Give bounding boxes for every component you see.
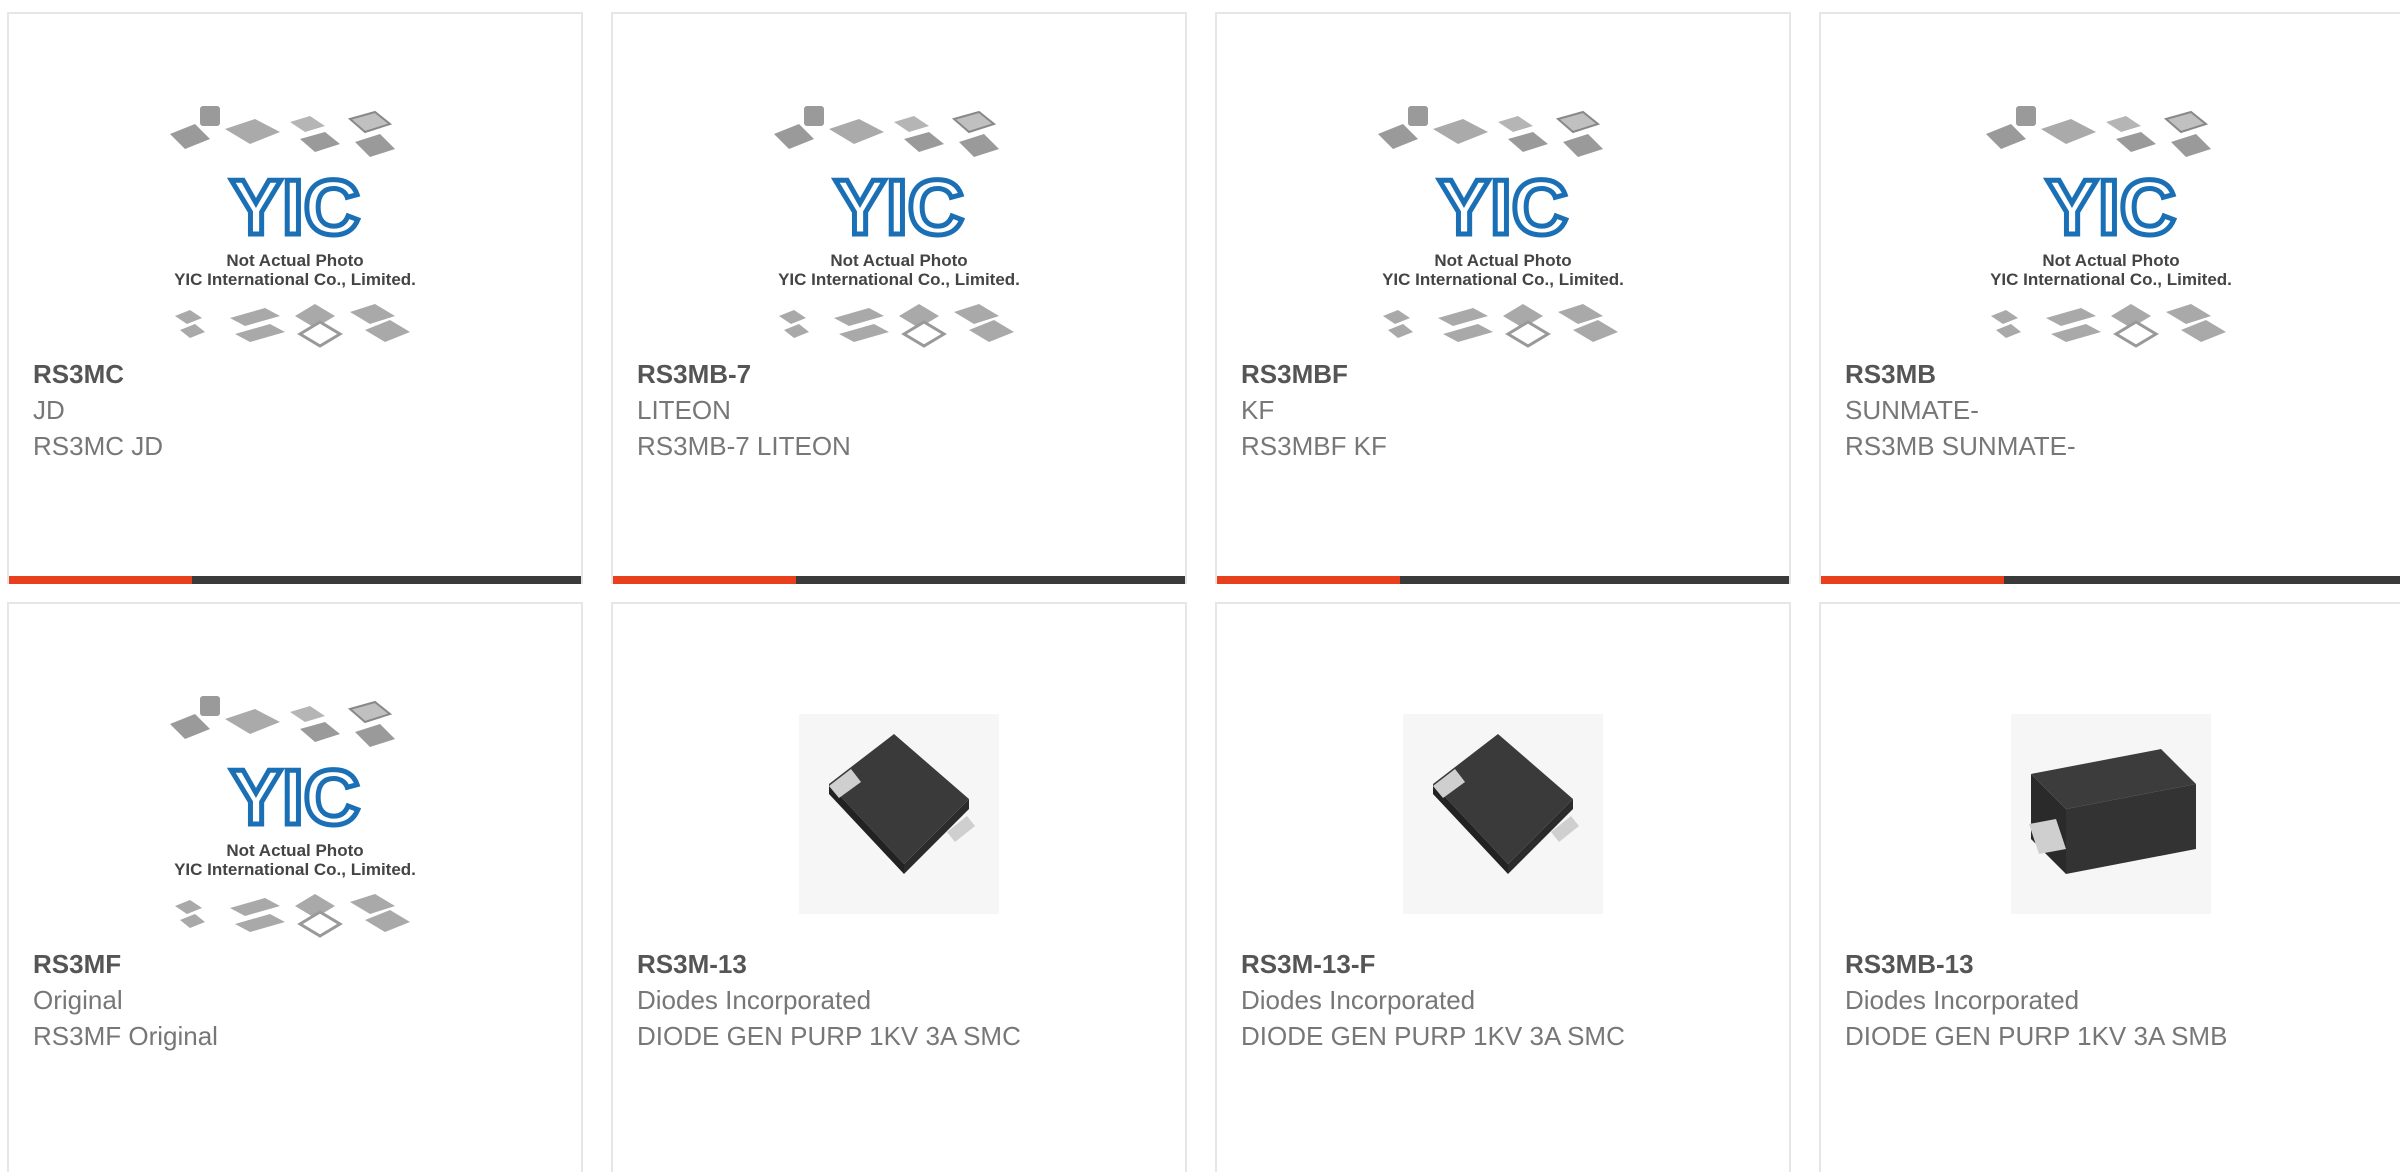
product-card[interactable]: YIC Not Actual Photo YIC International C… xyxy=(1215,12,1791,584)
svg-text:YIC: YIC xyxy=(2046,163,2176,251)
product-card[interactable]: YIC Not Actual Photo YIC International C… xyxy=(7,12,583,584)
yic-placeholder-icon: YIC Not Actual Photo YIC International C… xyxy=(1986,106,2232,348)
yic-placeholder-icon: YIC Not Actual Photo YIC International C… xyxy=(170,696,416,938)
smc-diode-package-icon xyxy=(1403,714,1603,914)
card-accent xyxy=(613,576,796,584)
part-number[interactable]: RS3MB xyxy=(1845,356,2389,392)
card-accent xyxy=(1821,576,2004,584)
description: RS3MB SUNMATE- xyxy=(1845,431,2076,461)
part-number[interactable]: RS3MC xyxy=(33,356,569,392)
product-card[interactable]: RS3M-13 Diodes Incorporated DIODE GEN PU… xyxy=(611,602,1187,1172)
manufacturer: Diodes Incorporated xyxy=(1241,985,1476,1015)
part-number[interactable]: RS3MB-13 xyxy=(1845,946,2389,982)
yic-placeholder-icon: YIC Not Actual Photo YIC International C… xyxy=(170,106,416,348)
product-image[interactable]: YIC Not Actual Photo YIC International C… xyxy=(9,94,581,364)
product-image[interactable]: YIC Not Actual Photo YIC International C… xyxy=(1217,94,1789,364)
description: RS3MBF KF xyxy=(1241,431,1387,461)
manufacturer: LITEON xyxy=(637,395,731,425)
product-image[interactable] xyxy=(1821,684,2400,954)
product-image[interactable] xyxy=(1217,684,1789,954)
product-image[interactable]: YIC Not Actual Photo YIC International C… xyxy=(1821,94,2400,364)
product-image[interactable]: YIC Not Actual Photo YIC International C… xyxy=(9,684,581,954)
product-card[interactable]: RS3MB-13 Diodes Incorporated DIODE GEN P… xyxy=(1819,602,2400,1172)
yic-placeholder-icon: YIC Not Actual Photo YIC International C… xyxy=(774,106,1020,348)
description: RS3MC JD xyxy=(33,431,164,461)
product-card[interactable]: YIC Not Actual Photo YIC International C… xyxy=(611,12,1187,584)
svg-text:YIC International Co., Limited: YIC International Co., Limited. xyxy=(174,270,416,289)
svg-text:Not Actual Photo: Not Actual Photo xyxy=(1434,251,1571,270)
product-image[interactable] xyxy=(613,684,1185,954)
part-number[interactable]: RS3MB-7 xyxy=(637,356,1173,392)
manufacturer: Diodes Incorporated xyxy=(637,985,872,1015)
product-grid: YIC Not Actual Photo YIC International C… xyxy=(0,0,2400,1172)
product-card[interactable]: YIC Not Actual Photo YIC International C… xyxy=(1819,12,2400,584)
product-card[interactable]: YIC Not Actual Photo YIC International C… xyxy=(7,602,583,1172)
card-footer-bar xyxy=(1217,576,1789,584)
svg-text:Not Actual Photo: Not Actual Photo xyxy=(830,251,967,270)
part-number[interactable]: RS3M-13-F xyxy=(1241,946,1777,982)
svg-text:YIC International Co., Limited: YIC International Co., Limited. xyxy=(1990,270,2232,289)
svg-text:YIC International Co., Limited: YIC International Co., Limited. xyxy=(778,270,1020,289)
svg-text:YIC International Co., Limited: YIC International Co., Limited. xyxy=(174,860,416,879)
manufacturer: Original xyxy=(33,985,123,1015)
description: DIODE GEN PURP 1KV 3A SMC xyxy=(1241,1021,1625,1051)
part-number[interactable]: RS3M-13 xyxy=(637,946,1173,982)
description: DIODE GEN PURP 1KV 3A SMC xyxy=(637,1021,1021,1051)
card-accent xyxy=(9,576,192,584)
svg-text:YIC: YIC xyxy=(230,753,360,841)
description: RS3MB-7 LITEON xyxy=(637,431,851,461)
product-image[interactable]: YIC Not Actual Photo YIC International C… xyxy=(613,94,1185,364)
description: RS3MF Original xyxy=(33,1021,218,1051)
card-footer-bar xyxy=(9,576,581,584)
svg-text:Not Actual Photo: Not Actual Photo xyxy=(2042,251,2179,270)
svg-text:Not Actual Photo: Not Actual Photo xyxy=(226,251,363,270)
manufacturer: JD xyxy=(33,395,65,425)
card-footer-bar xyxy=(613,576,1185,584)
card-footer-bar xyxy=(1821,576,2400,584)
svg-text:YIC: YIC xyxy=(1438,163,1568,251)
svg-text:Not Actual Photo: Not Actual Photo xyxy=(226,841,363,860)
manufacturer: KF xyxy=(1241,395,1275,425)
part-number[interactable]: RS3MF xyxy=(33,946,569,982)
card-accent xyxy=(1217,576,1400,584)
part-number[interactable]: RS3MBF xyxy=(1241,356,1777,392)
description: DIODE GEN PURP 1KV 3A SMB xyxy=(1845,1021,2228,1051)
manufacturer: SUNMATE- xyxy=(1845,395,1979,425)
manufacturer: Diodes Incorporated xyxy=(1845,985,2080,1015)
svg-text:YIC International Co., Limited: YIC International Co., Limited. xyxy=(1382,270,1624,289)
product-card[interactable]: RS3M-13-F Diodes Incorporated DIODE GEN … xyxy=(1215,602,1791,1172)
smb-diode-package-icon xyxy=(2011,714,2211,914)
svg-text:YIC: YIC xyxy=(834,163,964,251)
smc-diode-package-icon xyxy=(799,714,999,914)
yic-placeholder-icon: YIC Not Actual Photo YIC International C… xyxy=(1378,106,1624,348)
svg-text:YIC: YIC xyxy=(230,163,360,251)
